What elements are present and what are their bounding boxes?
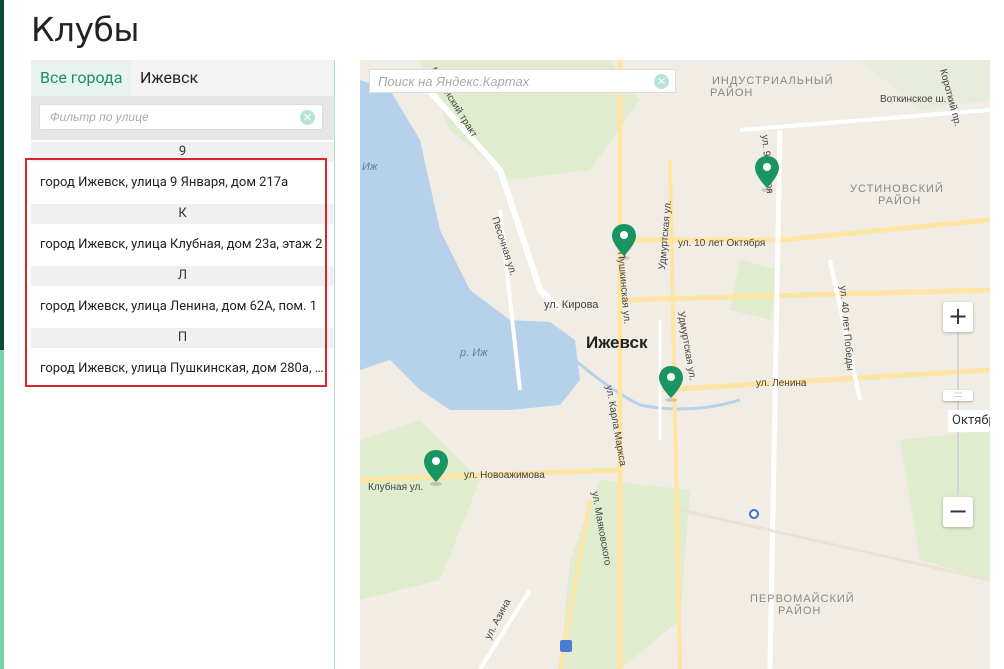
road [630,217,990,243]
filter-bar: ✕ [31,96,334,140]
road [659,367,990,393]
district-label: РАЙОН [778,604,821,617]
zoom-in-button[interactable]: + [943,302,973,332]
zoom-out-button[interactable]: − [943,497,973,527]
street-label: Клубная ул. [368,481,423,493]
city-tabs: Все города Ижевск [31,60,334,96]
water-label: р. Иж [459,347,488,359]
street-filter-input[interactable] [39,104,323,130]
left-accent-bar-dark [0,0,4,350]
street-label: ул. Азина [483,597,514,641]
map-canvas[interactable]: ИНДУСТРИАЛЬНЫЙ РАЙОН УСТИНОВСКИЙ РАЙОН П… [360,60,990,669]
street-label: ул. 10 лет Октября [678,237,765,249]
group-header-p: П [31,328,334,348]
green-area [560,480,690,669]
street-label: ул. Кирова [544,299,599,311]
tab-all-cities[interactable]: Все города [31,60,132,96]
street-label: Воткинское ш. [880,94,946,105]
club-pin-lenina[interactable] [659,366,683,402]
club-address-item[interactable]: город Ижевск, улица 9 Января, дом 217а [31,162,334,204]
club-address-item[interactable]: город Ижевск, улица Пушкинская, дом 280а… [31,348,334,390]
group-header-9: 9 [31,142,334,162]
green-area [730,260,780,320]
district-label: ИНДУСТРИАЛЬНЫЙ [712,74,834,87]
bus-stop-icon [560,640,572,652]
green-area [360,420,480,600]
road [619,287,990,303]
water-label: Иж [362,161,378,173]
tab-izhevsk[interactable]: Ижевск [131,60,207,96]
street-label: ул. 40 лет Победы [837,285,856,371]
club-address-item[interactable]: город Ижевск, улица Ленина, дом 62А, пом… [31,286,334,328]
yandex-map[interactable]: ИНДУСТРИАЛЬНЫЙ РАЙОН УСТИНОВСКИЙ РАЙОН П… [360,60,990,669]
street-label: ул. Новоажимова [464,470,545,481]
district-label: ПЕРВОМАЙСКИЙ [750,592,855,605]
map-search-input[interactable] [369,69,676,93]
group-header-k: К [31,204,334,224]
group-header-l: Л [31,266,334,286]
station-icon [749,509,759,519]
page-title: Клубы [31,10,139,49]
club-list-panel: Все города Ижевск ✕ 9 город Ижевск, улиц… [31,60,335,669]
road [767,129,783,669]
club-address-item[interactable]: город Ижевск, улица Клубная, дом 23а, эт… [31,224,334,266]
filter-clear-icon[interactable]: ✕ [300,110,315,125]
map-search-clear-icon[interactable]: ✕ [654,74,669,89]
zoom-level-tooltip: Октябрь [948,410,990,432]
district-label: УСТИНОВСКИЙ [850,182,944,195]
district-label: РАЙОН [710,86,753,99]
district-label: РАЙОН [878,194,921,207]
street-label: ул. Ленина [756,378,807,389]
city-label: Ижевск [586,333,648,352]
zoom-slider-handle[interactable]: :::: [943,390,973,401]
street-label: Песочная ул. [489,216,518,278]
